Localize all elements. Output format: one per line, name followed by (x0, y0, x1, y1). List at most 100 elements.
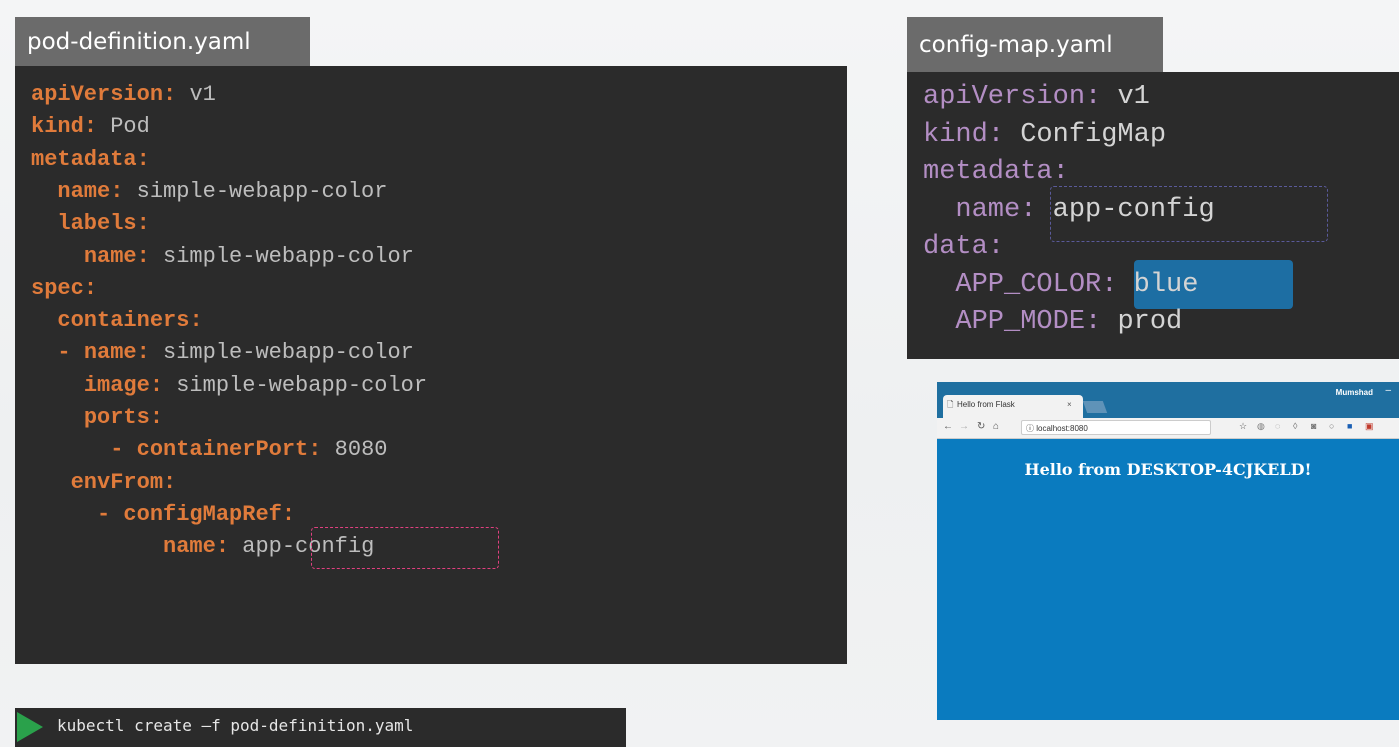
yaml-separator: : (149, 372, 177, 398)
home-icon[interactable]: ⌂ (993, 421, 999, 432)
yaml-key: envFrom (70, 469, 164, 495)
yaml-separator: : (163, 469, 177, 495)
command-bar: kubectl create –f pod-definition.yaml (15, 708, 626, 747)
pod-definition-editor: apiVersion: v1 kind: Pod metadata: name: s… (15, 66, 847, 664)
yaml-separator: : (281, 501, 296, 527)
yaml-separator: : (215, 534, 243, 560)
config-line: metadata: (923, 157, 1069, 187)
yaml-separator: : (83, 114, 111, 140)
pod-line: apiVersion: v1 (31, 82, 216, 107)
yaml-key: APP_COLOR (955, 269, 1102, 300)
minimize-button[interactable]: – (1385, 385, 1391, 396)
play-icon[interactable] (17, 712, 43, 742)
close-tab-icon[interactable]: × (1067, 400, 1072, 409)
yaml-key: metadata (923, 157, 1053, 187)
pod-app-config-highlight (311, 527, 499, 569)
browser-toolbar: ← → ↻ ⌂ ⓘ localhost:8080 ☆ ◍ ◌ ◊ ◙ ○ ■ ▣ (937, 418, 1399, 439)
config-map-tab-label: config-map.yaml (919, 31, 1113, 58)
yaml-separator: : (189, 308, 203, 334)
pod-line: - name: simple-webapp-color (31, 340, 414, 366)
yaml-value: prod (1117, 307, 1183, 337)
yaml-key: containers (57, 308, 190, 334)
pocket-icon[interactable]: ▣ (1365, 421, 1374, 432)
yaml-separator: : (110, 178, 137, 204)
config-line: APP_MODE: prod (923, 307, 1182, 337)
reload-icon[interactable]: ↻ (977, 421, 985, 432)
new-tab-button[interactable] (1082, 401, 1108, 413)
yaml-separator: : (1085, 307, 1118, 337)
browser-tab[interactable]: 🗋 Hello from Flask × (943, 395, 1083, 418)
yaml-key: kind (31, 114, 84, 140)
profile-name[interactable]: Mumshad (1336, 388, 1373, 397)
config-line: apiVersion: v1 (923, 82, 1150, 112)
yaml-separator: : (987, 119, 1021, 150)
yaml-separator: : (136, 243, 164, 269)
yaml-separator: : (136, 340, 164, 366)
pod-line: metadata: (31, 147, 150, 172)
extension-icon-4[interactable]: ○ (1329, 421, 1334, 431)
yaml-separator: : (83, 275, 98, 301)
pod-line: labels: (31, 211, 150, 237)
bookmark-star-icon[interactable]: ☆ (1239, 421, 1247, 432)
yaml-key: image (83, 372, 150, 398)
yaml-separator: : (136, 146, 150, 172)
config-map-tab[interactable]: config-map.yaml (907, 17, 1163, 72)
yaml-value: v1 (189, 82, 216, 107)
extension-icon-2[interactable]: ◌ (1275, 421, 1280, 431)
yaml-separator: : (1052, 157, 1069, 187)
yaml-key: apiVersion (31, 82, 164, 107)
indent: - (31, 501, 124, 527)
browser-tab-title: Hello from Flask (957, 400, 1015, 409)
yaml-key: spec (31, 275, 84, 301)
yaml-value: simple-webapp-color (163, 340, 414, 366)
extension-icon-1[interactable]: ◍ (1257, 421, 1265, 432)
pod-line: - configMapRef: (31, 502, 295, 527)
browser-window: 🗋 Hello from Flask × Mumshad – ← → ↻ ⌂ ⓘ… (937, 382, 1399, 720)
yaml-key: configMapRef (123, 501, 282, 527)
yaml-key: APP_MODE (955, 307, 1086, 337)
command-text: kubectl create –f pod-definition.yaml (57, 716, 414, 735)
pod-definition-tab[interactable]: pod-definition.yaml (15, 17, 310, 66)
forward-icon[interactable]: → (959, 421, 969, 432)
pod-line: spec: (31, 276, 97, 301)
pod-line: containers: (31, 308, 203, 334)
camera-icon[interactable]: ◙ (1311, 421, 1316, 431)
address-bar[interactable]: ⓘ localhost:8080 (1021, 420, 1211, 435)
yaml-separator: : (136, 211, 150, 237)
indent: - (31, 437, 137, 463)
pod-line: name: simple-webapp-color (31, 244, 414, 269)
yaml-value: 8080 (334, 437, 388, 463)
info-icon: ⓘ (1026, 424, 1037, 433)
config-line: name: app-config (923, 194, 1214, 225)
yaml-key: labels (57, 211, 137, 237)
yaml-separator: : (987, 232, 1005, 262)
config-line: kind: ConfigMap (923, 120, 1166, 150)
config-map-editor: apiVersion: v1 kind: ConfigMap metadata: n… (907, 72, 1399, 359)
yaml-value: simple-webapp-color (136, 178, 388, 204)
yaml-value: Pod (110, 114, 150, 140)
yaml-key: apiVersion (923, 82, 1086, 112)
yaml-key: name (955, 194, 1021, 225)
back-icon[interactable]: ← (943, 421, 953, 432)
pod-line: ports: (31, 405, 163, 430)
yaml-key: name (57, 178, 111, 204)
yaml-key: name (83, 340, 137, 366)
yaml-separator: : (1101, 269, 1134, 300)
config-line: APP_COLOR: blue (923, 270, 1198, 300)
page-heading: Hello from DESKTOP-4CJKELD! (1024, 460, 1312, 479)
extension-icon-5[interactable]: ■ (1347, 421, 1352, 431)
yaml-key: kind (923, 119, 988, 150)
yaml-value: v1 (1117, 82, 1150, 112)
extension-icon-3[interactable]: ◊ (1293, 421, 1297, 431)
